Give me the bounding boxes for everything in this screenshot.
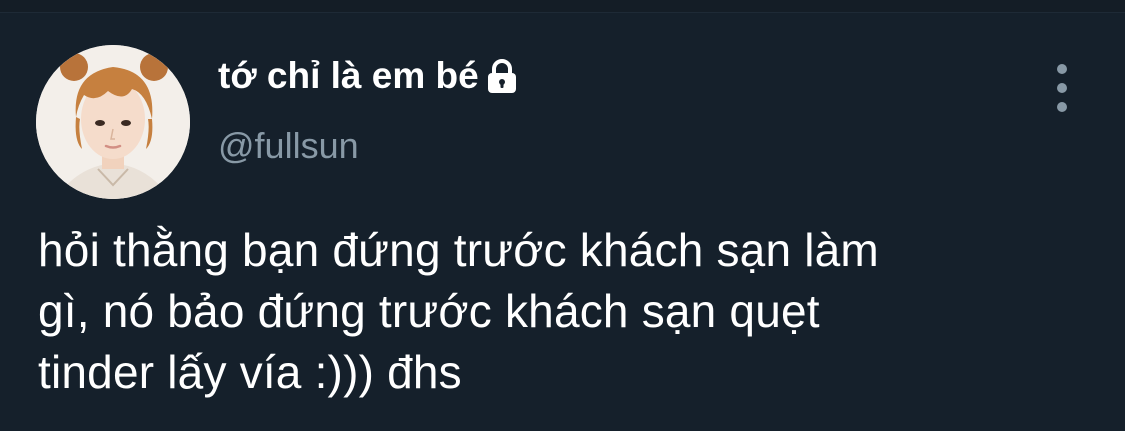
- more-vertical-icon: [1057, 102, 1067, 112]
- user-handle[interactable]: @fullsun: [218, 124, 359, 168]
- tweet-card: tớ chỉ là em bé @fullsun hỏi thằng bạn đ…: [0, 0, 1125, 431]
- avatar[interactable]: [36, 45, 190, 199]
- more-options-button[interactable]: [1046, 64, 1078, 112]
- display-name[interactable]: tớ chỉ là em bé: [218, 54, 519, 98]
- tweet-text: hỏi thằng bạn đứng trước khách sạn làm g…: [38, 224, 879, 398]
- more-vertical-icon: [1057, 83, 1067, 93]
- lock-icon: [485, 58, 519, 94]
- display-name-text: tớ chỉ là em bé: [218, 55, 479, 96]
- more-vertical-icon: [1057, 64, 1067, 74]
- top-divider: [0, 0, 1125, 13]
- avatar-image: [36, 45, 190, 199]
